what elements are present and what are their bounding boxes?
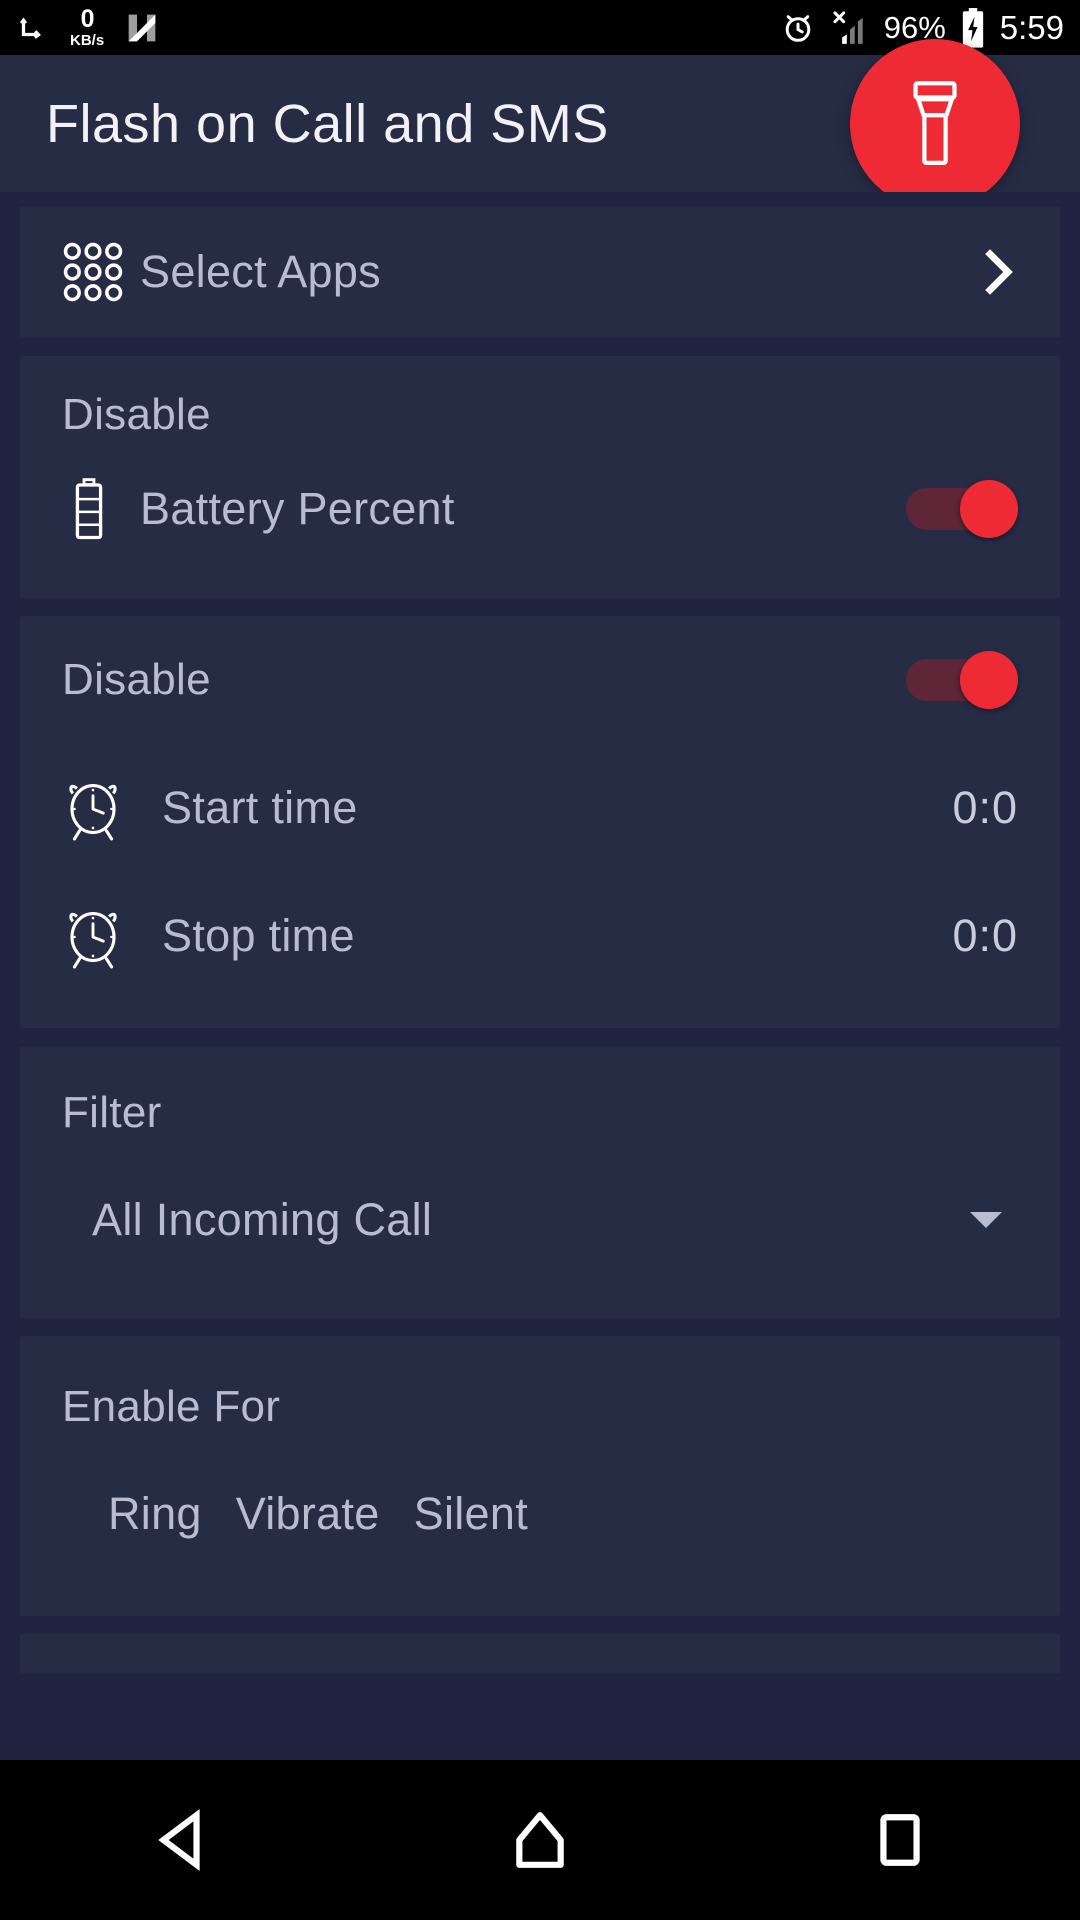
status-bar-left: 0 KB/s: [16, 7, 162, 48]
card-spacer: [20, 1280, 1060, 1318]
alarm-clock-icon: [62, 774, 140, 842]
home-icon: [511, 1809, 569, 1871]
enable-for-option-ring[interactable]: Ring: [108, 1488, 202, 1540]
flashlight-icon: [896, 78, 974, 170]
home-button[interactable]: [440, 1760, 640, 1920]
settings-scroll-area[interactable]: Select Apps Disable Battery Percent Disa…: [0, 192, 1080, 1760]
network-speed-unit: KB/s: [70, 32, 105, 49]
battery-disable-card: Disable Battery Percent: [20, 356, 1060, 598]
filter-card: Filter All Incoming Call: [20, 1046, 1060, 1318]
battery-section-header: Disable: [62, 390, 211, 439]
stop-time-value: 0:0: [952, 910, 1018, 961]
card-spacer: [20, 568, 1060, 598]
battery-percent-row[interactable]: Battery Percent: [20, 450, 1060, 568]
start-time-value: 0:0: [952, 782, 1018, 833]
network-speed: 0 KB/s: [70, 5, 105, 49]
chevron-right-icon[interactable]: [978, 246, 1018, 298]
next-card-partial[interactable]: [20, 1634, 1060, 1674]
battery-charging-icon: [959, 7, 987, 49]
app-bar: Flash on Call and SMS: [0, 38, 1080, 209]
start-time-row[interactable]: Start time 0:0: [20, 744, 1060, 872]
chevron-down-icon[interactable]: [968, 1208, 1004, 1232]
stop-time-label: Stop time: [162, 910, 355, 961]
card-spacer: [20, 1562, 1060, 1616]
battery-percent-toggle[interactable]: [906, 480, 1018, 538]
alarm-clock-icon: [62, 902, 140, 970]
start-time-label: Start time: [162, 782, 358, 833]
page-title: Flash on Call and SMS: [46, 93, 609, 154]
nougat-logo-icon: [122, 8, 162, 48]
apps-grid-icon: [62, 241, 140, 303]
enable-for-header: Enable For: [62, 1382, 281, 1431]
enable-for-card: Enable For Ring Vibrate Silent: [20, 1336, 1060, 1616]
recents-button[interactable]: [800, 1760, 1000, 1920]
toggle-thumb: [960, 651, 1018, 709]
schedule-disable-row[interactable]: Disable: [20, 616, 1060, 744]
enable-for-options: Ring Vibrate Silent: [20, 1466, 1060, 1562]
filter-section-header: Filter: [62, 1088, 162, 1137]
download-arrow-icon: [16, 12, 52, 48]
android-navigation-bar: [0, 1760, 1080, 1920]
back-button[interactable]: [80, 1760, 280, 1920]
select-apps-card: Select Apps: [20, 206, 1060, 338]
signal-no-sim-icon: [829, 9, 871, 47]
toggle-thumb: [960, 480, 1018, 538]
enable-for-option-vibrate[interactable]: Vibrate: [236, 1488, 380, 1540]
stop-time-row[interactable]: Stop time 0:0: [20, 872, 1060, 1000]
enable-for-option-silent[interactable]: Silent: [414, 1488, 528, 1540]
schedule-section-header: Disable: [62, 655, 211, 704]
schedule-toggle[interactable]: [906, 651, 1018, 709]
clock-text: 5:59: [999, 8, 1064, 46]
select-apps-row[interactable]: Select Apps: [20, 206, 1060, 338]
flashlight-fab-button[interactable]: [850, 38, 1020, 209]
filter-dropdown[interactable]: All Incoming Call: [20, 1160, 1060, 1280]
select-apps-label: Select Apps: [140, 246, 381, 297]
network-speed-value: 0: [80, 5, 95, 33]
filter-selected-value: All Incoming Call: [92, 1194, 433, 1245]
back-triangle-icon: [151, 1809, 209, 1871]
battery-percent-label: Battery Percent: [140, 483, 455, 534]
battery-icon: [72, 478, 140, 540]
recents-square-icon: [873, 1811, 927, 1869]
card-spacer: [20, 1000, 1060, 1028]
schedule-disable-card: Disable Start time 0:0 Stop time 0:0: [20, 616, 1060, 1028]
alarm-clock-icon: [780, 10, 816, 46]
